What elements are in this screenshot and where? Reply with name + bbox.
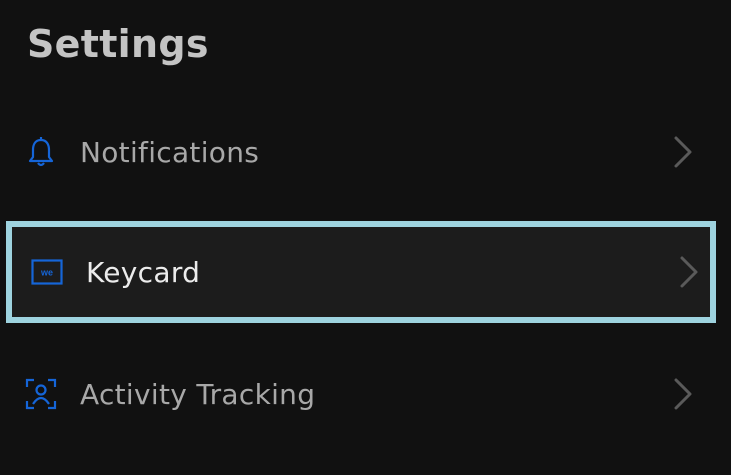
page-title: Settings (27, 22, 209, 66)
settings-page: Settings Notifications we Keycard Activi… (0, 0, 731, 475)
person-scan-icon (24, 377, 58, 411)
chevron-right-icon (672, 376, 694, 412)
settings-item-label: Activity Tracking (80, 377, 316, 411)
settings-item-label: Notifications (80, 135, 260, 169)
chevron-right-icon (672, 134, 694, 170)
bell-icon (24, 135, 58, 169)
settings-item-label: Keycard (86, 255, 201, 289)
settings-item-activity-tracking[interactable]: Activity Tracking (0, 352, 731, 436)
settings-item-keycard[interactable]: we Keycard (6, 221, 716, 323)
settings-item-notifications[interactable]: Notifications (0, 110, 731, 194)
we-keycard-icon: we (30, 255, 64, 289)
svg-text:we: we (40, 268, 53, 278)
chevron-right-icon (678, 254, 700, 290)
